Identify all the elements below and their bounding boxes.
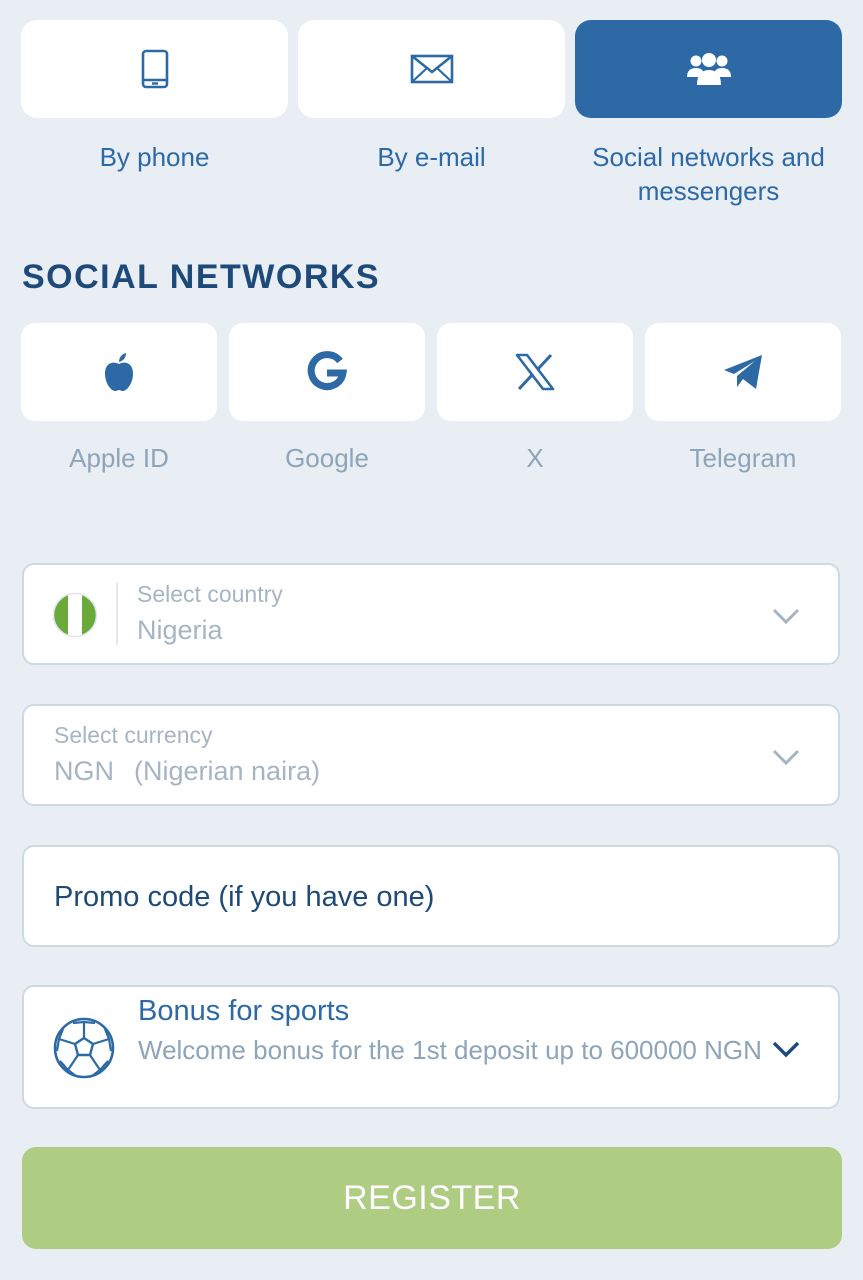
currency-field-label: Select currency: [54, 722, 213, 748]
method-label-phone: By phone: [99, 142, 210, 172]
bonus-title: Bonus for sports: [138, 995, 350, 1027]
social-label-apple: Apple ID: [69, 443, 169, 473]
social-telegram-button[interactable]: [645, 323, 841, 421]
currency-value: NGN (Nigerian naira): [54, 756, 320, 787]
currency-select[interactable]: Select currency NGN (Nigerian naira): [22, 704, 840, 806]
social-apple-button[interactable]: [21, 323, 217, 421]
nigeria-flag-icon: [52, 592, 98, 638]
google-icon: [307, 351, 348, 391]
bonus-select[interactable]: Bonus for sports Welcome bonus for the 1…: [22, 985, 840, 1109]
social-networks-heading: SOCIAL NETWORKS: [22, 258, 381, 296]
register-button[interactable]: REGISTER: [22, 1147, 842, 1249]
apple-icon: [105, 353, 133, 391]
bonus-description: Welcome bonus for the 1st deposit up to …: [138, 1035, 762, 1065]
social-x-button[interactable]: [437, 323, 633, 421]
country-field-label: Select country: [137, 581, 283, 607]
social-google-button[interactable]: [229, 323, 425, 421]
users-group-icon: [686, 53, 731, 85]
method-label-email: By e-mail: [377, 142, 486, 172]
country-select[interactable]: Select country Nigeria: [22, 563, 840, 665]
telegram-icon: [724, 355, 762, 389]
soccer-ball-icon: [53, 1017, 115, 1079]
country-value: Nigeria: [137, 615, 223, 645]
promo-code-placeholder: Promo code (if you have one): [54, 881, 435, 913]
currency-code: NGN: [54, 756, 114, 786]
currency-name: (Nigerian naira): [134, 756, 321, 786]
method-tab-email[interactable]: [298, 20, 565, 118]
x-icon: [515, 353, 555, 391]
method-tab-social[interactable]: [575, 20, 842, 118]
phone-icon: [141, 49, 168, 89]
chevron-down-icon: [772, 608, 800, 625]
method-tab-phone[interactable]: [21, 20, 288, 118]
envelope-icon: [410, 54, 453, 84]
chevron-down-icon: [772, 1041, 800, 1058]
chevron-down-icon: [772, 749, 800, 766]
social-label-x: X: [526, 443, 544, 473]
promo-code-input[interactable]: Promo code (if you have one): [22, 845, 840, 947]
social-label-google: Google: [285, 443, 369, 473]
social-label-telegram: Telegram: [689, 443, 797, 473]
flag-divider: [116, 583, 118, 645]
method-label-social: Social networks and messengers: [592, 142, 825, 206]
